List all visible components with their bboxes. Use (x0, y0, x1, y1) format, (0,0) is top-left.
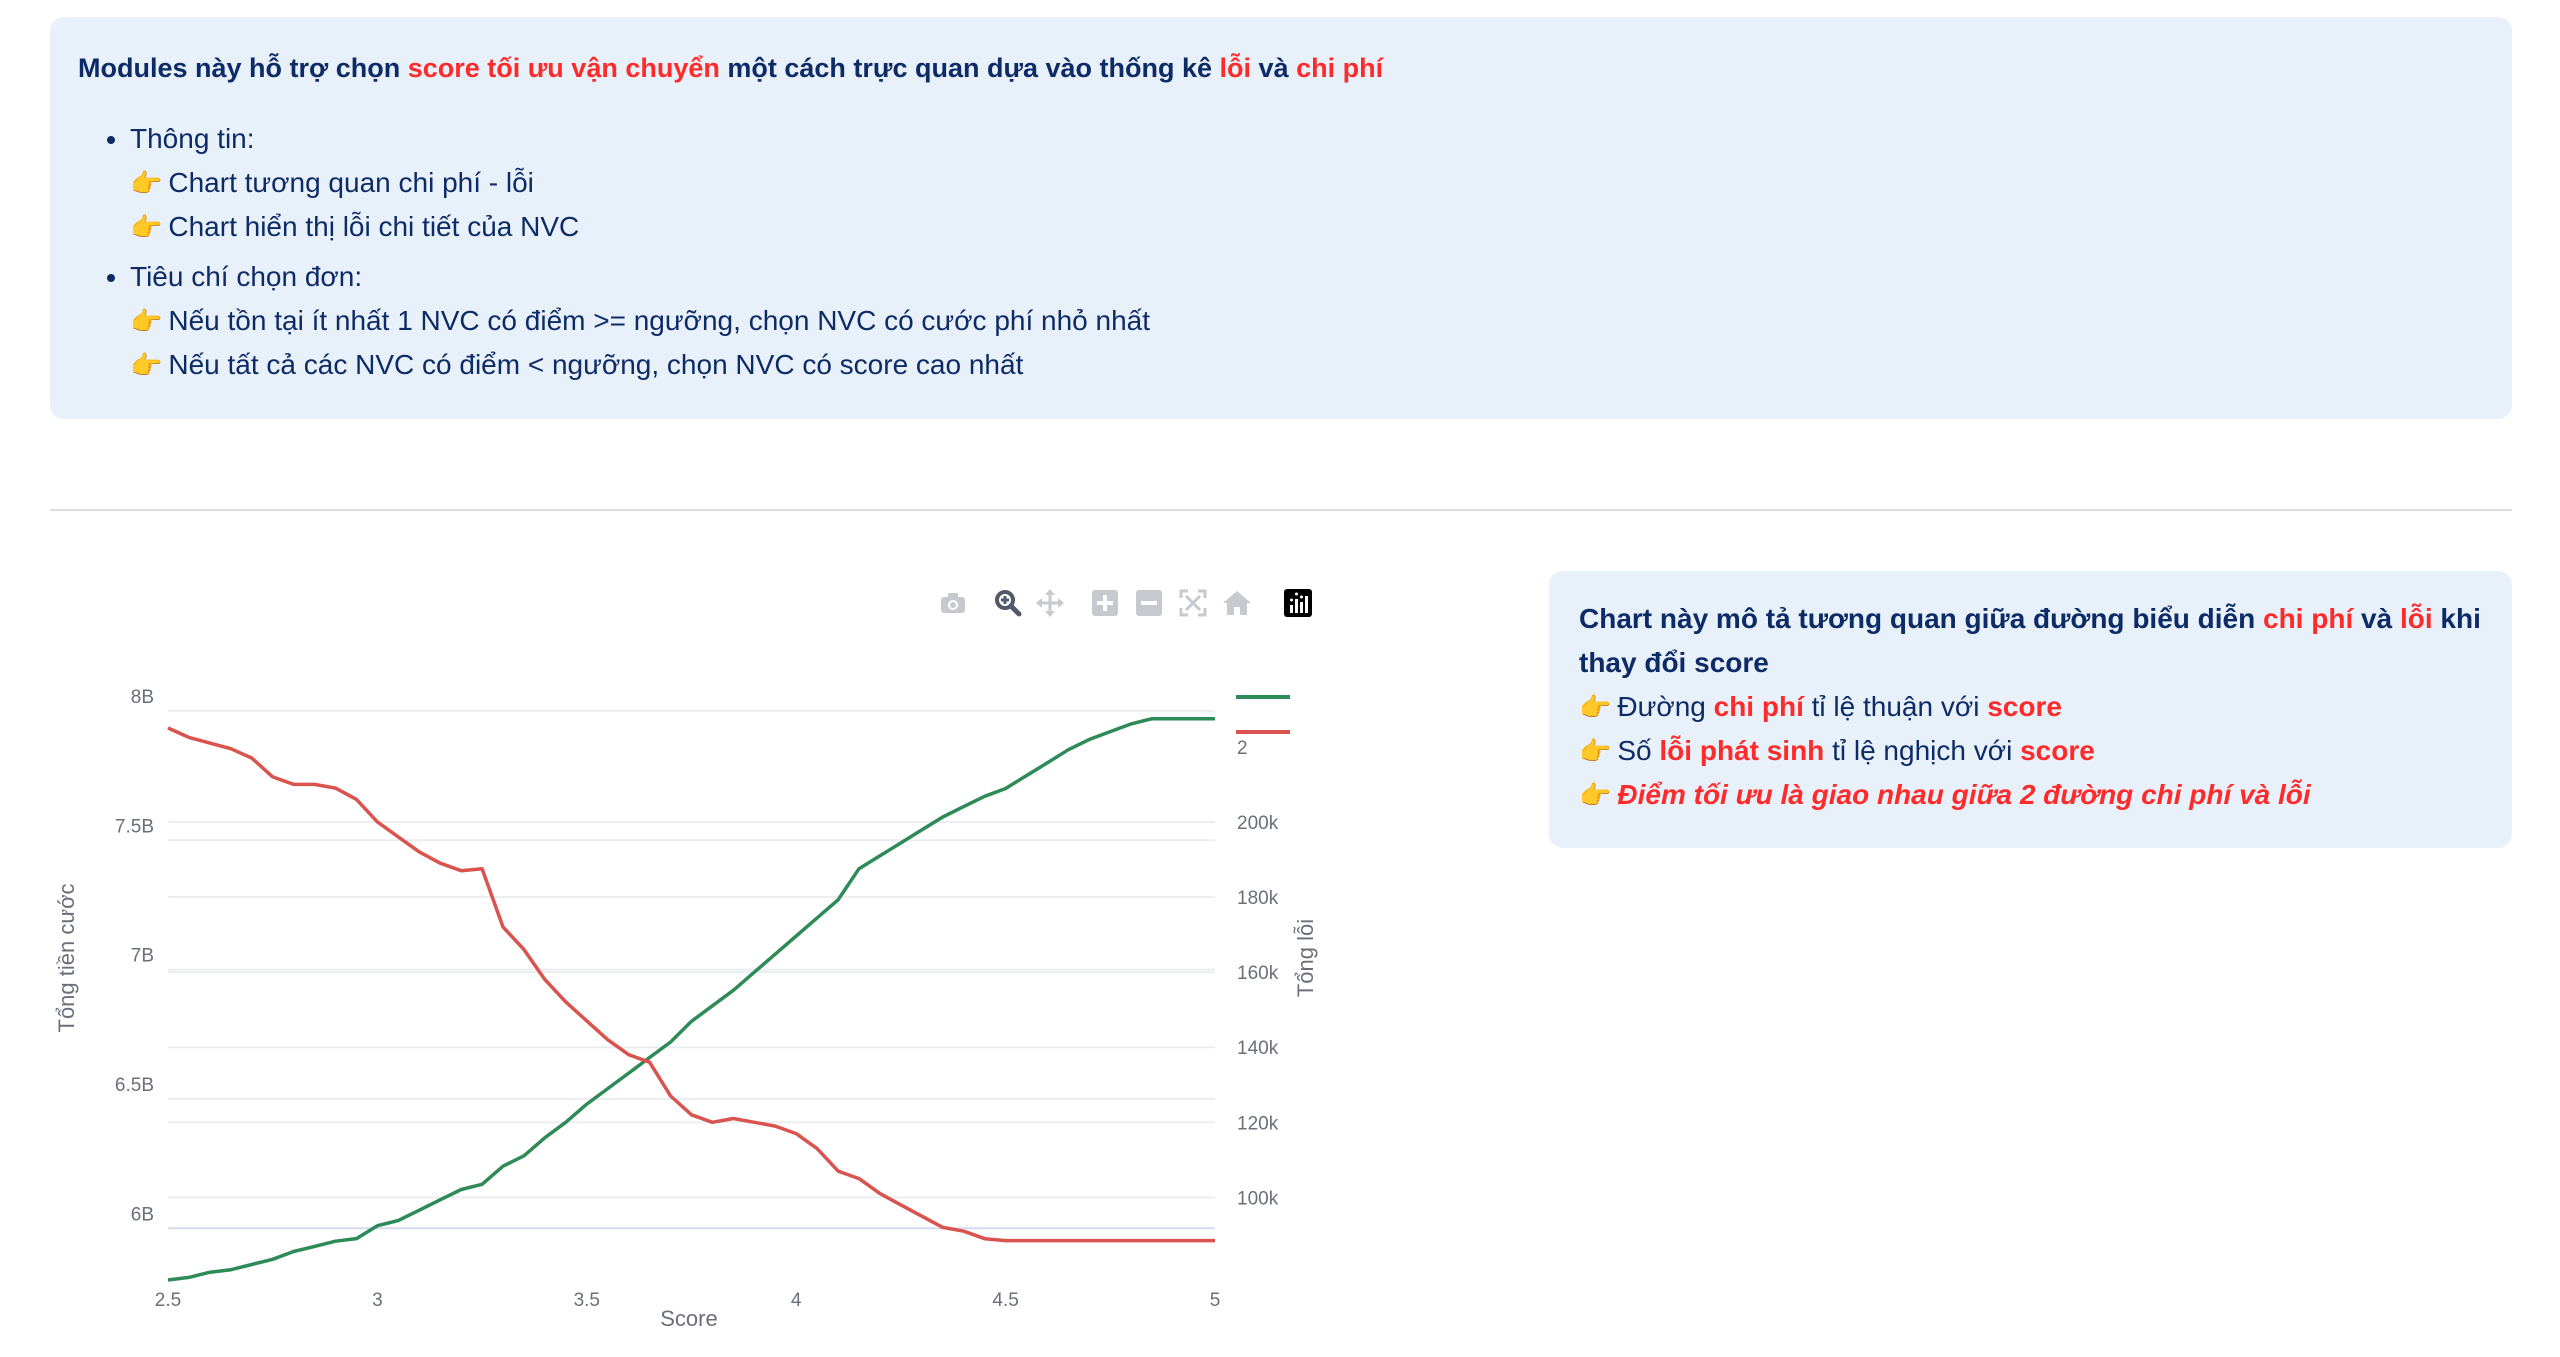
zoom-in-icon[interactable] (1087, 583, 1123, 623)
y2-tick-label: 160k (1237, 963, 1279, 984)
list-subitem: 👉 Chart hiển thị lỗi chi tiết của NVC (130, 205, 1150, 249)
pointing-hand-icon: 👉 (1579, 780, 1612, 810)
list-title-criteria: Tiêu chí chọn đơn: (130, 261, 363, 292)
intro-text-1: Modules này hỗ trợ chọn (78, 53, 408, 83)
y2-tick-label: 180k (1237, 888, 1279, 909)
x-tick-label: 2.5 (155, 1290, 181, 1311)
desc-conclusion: Điểm tối ưu là giao nhau giữa 2 đường ch… (1617, 779, 2311, 810)
list-title-info: Thông tin: (130, 123, 255, 154)
description-line-3: 👉 Số lỗi phát sinh tỉ lệ nghịch với score (1579, 729, 2482, 773)
x-tick-label: 4 (791, 1290, 802, 1311)
series-line-errors (167, 726, 1215, 1243)
y2-tick-label: 2 (1237, 738, 1248, 759)
list-subitem: 👉 Nếu tất cả các NVC có điểm < ngưỡng, ch… (130, 343, 1150, 387)
y-tick-label: 6.5B (115, 1075, 154, 1096)
module-intro: Modules này hỗ trợ chọn score tối ưu vận… (78, 53, 1383, 84)
reset-axes-icon[interactable] (1219, 583, 1255, 623)
desc-text: tỉ lệ nghịch với (1824, 735, 2021, 766)
desc-highlight: score (1987, 691, 2062, 722)
y-tick-label: 7.5B (115, 816, 154, 837)
pan-icon[interactable] (1032, 583, 1068, 623)
desc-highlight: score (2020, 735, 2095, 766)
chart-ticks: 6B 6.5B 7B 7.5B 8B 100k 120k 140k 160k 180k 200k 2 2… (115, 687, 1279, 1311)
y2-tick-label: 120k (1237, 1113, 1279, 1134)
x-tick-label: 3 (372, 1290, 383, 1311)
pointing-hand-icon: 👉 (130, 168, 163, 198)
desc-highlight: lỗi (2399, 603, 2433, 634)
y2-tick-label: 200k (1237, 813, 1279, 834)
pointing-hand-icon: 👉 (130, 350, 163, 380)
desc-text: Đường (1617, 691, 1714, 722)
intro-text-3: và (1251, 53, 1297, 83)
desc-highlight: chi phí (1713, 691, 1804, 722)
series-line-cost (167, 716, 1215, 1282)
plotly-logo-icon[interactable] (1280, 583, 1316, 623)
list-item-criteria: Tiêu chí chọn đơn: 👉Nếu tồn tại ít nhất … (130, 255, 1150, 387)
subitem-text: Chart tương quan chi phí - lỗi (168, 167, 534, 198)
camera-icon[interactable] (935, 583, 971, 623)
cost-error-chart[interactable]: 6B 6.5B 7B 7.5B 8B 100k 120k 140k 160k 180k 200k 2 2… (0, 640, 1400, 1357)
chart-legend (1236, 695, 1290, 734)
y-tick-label: 6B (131, 1204, 154, 1225)
divider (50, 509, 2512, 511)
pointing-hand-icon: 👉 (1579, 692, 1612, 722)
description-line-1: Chart này mô tả tương quan giữa đường bi… (1579, 597, 2482, 685)
subitem-text: Nếu tất cả các NVC có điểm < ngưỡng, chọ… (168, 349, 1024, 380)
list-subitem: 👉 Chart tương quan chi phí - lỗi (130, 161, 1150, 205)
x-axis-title: Score (660, 1306, 717, 1331)
list-subitem: 👉 Nếu tồn tại ít nhất 1 NVC có điểm >= ng… (130, 299, 1150, 343)
intro-text-2: một cách trực quan dựa vào thống kê (719, 53, 1220, 83)
x-tick-label: 3.5 (574, 1290, 600, 1311)
y-tick-label: 7B (131, 946, 154, 967)
y2-axis-title: Tổng lỗi (1293, 919, 1318, 997)
chart-series (167, 716, 1215, 1282)
x-tick-label: 4.5 (992, 1290, 1018, 1311)
list-item-info: Thông tin: 👉Chart tương quan chi phí - l… (130, 117, 1150, 249)
y-axis-title: Tổng tiền cước (54, 884, 79, 1033)
subitem-text: Nếu tồn tại ít nhất 1 NVC có điểm >= ngư… (168, 305, 1151, 336)
y2-tick-label: 100k (1237, 1188, 1279, 1209)
x-tick-label: 5 (1210, 1290, 1221, 1311)
zoom-icon[interactable] (990, 583, 1026, 623)
desc-text: tỉ lệ thuận với (1803, 691, 1988, 722)
autoscale-icon[interactable] (1175, 583, 1211, 623)
desc-highlight: lỗi phát sinh (1659, 735, 1825, 766)
chart-description-box: Chart này mô tả tương quan giữa đường bi… (1549, 571, 2512, 848)
intro-highlight-loi: lỗi (1219, 53, 1252, 83)
desc-text: Chart này mô tả tương quan giữa đường bi… (1579, 603, 2263, 634)
description-line-2: 👉 Đường chi phí tỉ lệ thuận với score (1579, 685, 2482, 729)
zoom-out-icon[interactable] (1131, 583, 1167, 623)
intro-highlight-chiphi: chi phí (1296, 53, 1384, 83)
pointing-hand-icon: 👉 (1579, 736, 1612, 766)
y2-tick-label: 140k (1237, 1038, 1279, 1059)
intro-highlight-score: score tối ưu vận chuyển (407, 53, 720, 83)
desc-highlight: chi phí (2263, 603, 2354, 634)
info-box: Modules này hỗ trợ chọn score tối ưu vận… (50, 17, 2512, 419)
y-tick-label: 8B (131, 687, 154, 708)
desc-text: Số (1617, 735, 1660, 766)
info-list: Thông tin: 👉Chart tương quan chi phí - l… (78, 117, 1150, 393)
description-line-4: 👉 Điểm tối ưu là giao nhau giữa 2 đường c… (1579, 773, 2482, 817)
pointing-hand-icon: 👉 (130, 212, 163, 242)
desc-text: và (2353, 603, 2400, 634)
subitem-text: Chart hiển thị lỗi chi tiết của NVC (168, 211, 580, 242)
pointing-hand-icon: 👉 (130, 306, 163, 336)
chart-modebar (935, 583, 1335, 623)
chart-grid (168, 709, 1215, 1230)
